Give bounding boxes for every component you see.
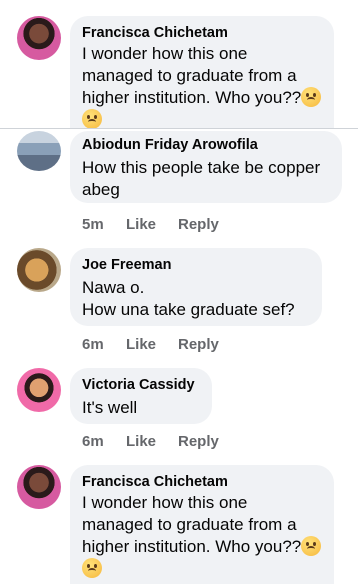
comment-time[interactable]: 6m	[82, 433, 126, 450]
weary-face-icon	[301, 536, 322, 556]
comment-text: I wonder how this one managed to graduat…	[82, 43, 322, 129]
comment-francisca-bottom: Francisca Chichetam I wonder how this on…	[0, 459, 358, 584]
avatar[interactable]	[17, 131, 61, 171]
comment-text: I wonder how this one managed to graduat…	[82, 492, 322, 580]
avatar[interactable]	[17, 248, 61, 292]
comment-time[interactable]: 5m	[82, 216, 126, 233]
comment-bubble: Abiodun Friday Arowofila How this people…	[70, 131, 342, 203]
avatar[interactable]	[17, 368, 61, 412]
weary-face-icon	[82, 558, 102, 578]
like-button[interactable]: Like	[126, 336, 178, 353]
comment-time[interactable]: 6m	[82, 336, 126, 353]
comment-actions: 6m Like Reply	[82, 433, 219, 450]
comment-text: Nawa o. How una take graduate sef?	[82, 278, 295, 319]
comment-text: How this people take be copper abeg	[82, 158, 321, 199]
comment-bubble: Joe Freeman Nawa o. How una take graduat…	[70, 248, 322, 326]
avatar[interactable]	[17, 16, 61, 60]
avatar[interactable]	[17, 465, 61, 509]
weary-face-icon	[301, 87, 322, 107]
comment-francisca-top: Francisca Chichetam I wonder how this on…	[0, 0, 358, 129]
comment-actions: 6m Like Reply	[82, 336, 219, 353]
commenter-name[interactable]: Joe Freeman	[82, 256, 310, 275]
comment-bubble: Victoria Cassidy It's well	[70, 368, 212, 424]
like-button[interactable]: Like	[126, 433, 178, 450]
weary-face-icon	[82, 109, 102, 129]
like-button[interactable]: Like	[126, 216, 178, 233]
commenter-name[interactable]: Victoria Cassidy	[82, 376, 200, 395]
comment-text: It's well	[82, 398, 138, 417]
reply-button[interactable]: Reply	[178, 433, 219, 450]
reply-button[interactable]: Reply	[178, 336, 219, 353]
commenter-name[interactable]: Francisca Chichetam	[82, 473, 322, 492]
commenter-name[interactable]: Abiodun Friday Arowofila	[82, 136, 330, 155]
comment-bubble: Francisca Chichetam I wonder how this on…	[70, 465, 334, 584]
comment-actions: 5m Like Reply	[82, 216, 219, 233]
reply-button[interactable]: Reply	[178, 216, 219, 233]
comment-bubble: Francisca Chichetam I wonder how this on…	[70, 16, 334, 129]
commenter-name[interactable]: Francisca Chichetam	[82, 24, 322, 43]
divider	[0, 128, 358, 129]
